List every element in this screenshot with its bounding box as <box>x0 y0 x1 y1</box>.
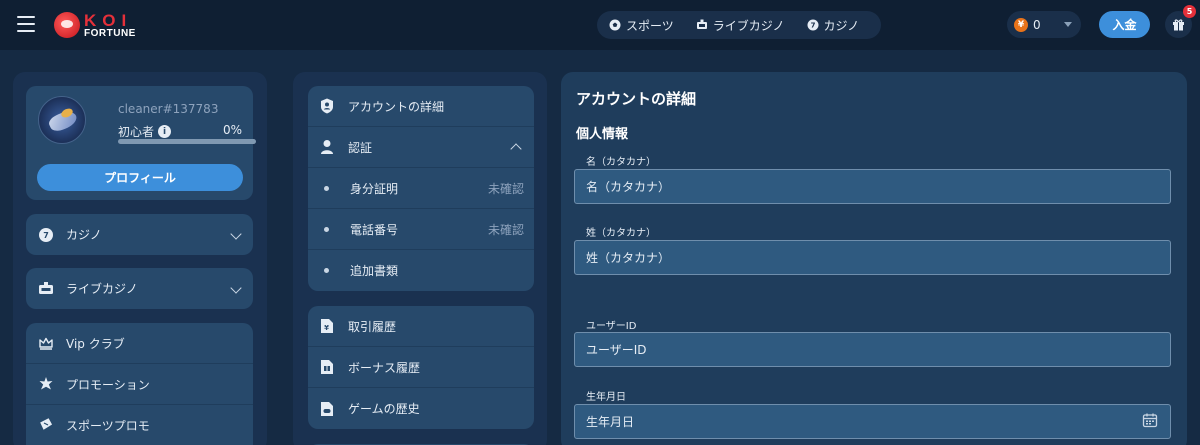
bullet-icon <box>324 185 329 191</box>
rank-progress-bar <box>118 139 256 144</box>
first-name-label: 名（カタカナ） <box>586 157 656 168</box>
document-gift-icon <box>321 360 333 374</box>
page-title: アカウントの詳細 <box>576 90 697 108</box>
chevron-down-icon <box>230 282 242 294</box>
live-dealer-icon <box>39 281 53 294</box>
live-dealer-icon <box>696 19 707 29</box>
dob-field-wrapper <box>574 404 1171 439</box>
menu-item-label: 追加書類 <box>350 264 399 278</box>
star-burst-icon <box>39 377 53 390</box>
menu-item-label: 電話番号 <box>350 222 399 237</box>
menu-item-account-details[interactable]: アカウントの詳細 <box>308 86 534 127</box>
chevron-down-icon <box>230 228 242 240</box>
balance-amount: 0 <box>1033 17 1041 32</box>
nav-sports[interactable]: スポーツ <box>609 17 674 34</box>
bullet-icon <box>324 268 329 273</box>
history-menu-card: ¥ 取引履歴 ボーナス履歴 ゲームの歴史 <box>308 306 534 429</box>
username: cleaner#137783 <box>118 102 219 116</box>
sidebar-item-label: カジノ <box>66 228 102 242</box>
ticket-icon <box>40 418 53 430</box>
caret-down-icon <box>1064 22 1072 27</box>
calendar-icon[interactable] <box>1142 412 1158 428</box>
casino-chip-icon: 7 <box>39 227 53 242</box>
nav-sports-label: スポーツ <box>626 18 674 33</box>
menu-item-additional-docs[interactable]: 追加書類 <box>308 250 534 291</box>
menu-item-phone[interactable]: 電話番号 未確認 <box>308 209 534 250</box>
sidebar-item-promotions[interactable]: プロモーション <box>26 364 253 405</box>
account-menu-card: アカウントの詳細 認証 身分証明 未確認 電話番号 未確認 追加書類 <box>308 86 534 291</box>
document-yen-icon: ¥ <box>321 319 333 333</box>
menu-item-verification[interactable]: 認証 <box>308 127 534 168</box>
top-nav: スポーツ ライブカジノ 7 カジノ <box>597 11 881 39</box>
balance-selector[interactable]: ¥ 0 <box>1007 11 1081 38</box>
info-icon[interactable]: i <box>158 125 172 138</box>
top-header: KOI FORTUNE スポーツ ライブカジノ 7 カジノ ¥ 0 入金 5 <box>0 0 1200 50</box>
sidebar-item-label: ライブカジノ <box>66 282 138 296</box>
rank-text: 初心者 <box>118 125 155 139</box>
menu-item-identity[interactable]: 身分証明 未確認 <box>308 168 534 209</box>
avatar[interactable] <box>38 96 86 144</box>
account-details-panel: アカウントの詳細 個人情報 名（カタカナ） 姓（カタカナ） ユーザーID 生年月… <box>561 72 1187 445</box>
menu-item-transactions[interactable]: ¥ 取引履歴 <box>308 306 534 347</box>
verification-status: 未確認 <box>487 181 524 196</box>
user-verify-icon <box>321 140 333 154</box>
dob-field[interactable] <box>574 404 1171 439</box>
logo-fortune-text: FORTUNE <box>84 27 136 39</box>
rank-progress-percent: 0% <box>222 123 242 137</box>
menu-item-label: ボーナス履歴 <box>348 360 421 375</box>
left-sidebar: cleaner#137783 初心者 i 0% プロフィール 7 カジノ ライブ… <box>13 72 267 445</box>
gift-button[interactable]: 5 <box>1165 5 1196 38</box>
svg-text:¥: ¥ <box>324 324 329 332</box>
user-id-field[interactable] <box>574 332 1171 367</box>
menu-item-label: アカウントの詳細 <box>348 99 445 114</box>
soccer-ball-icon <box>609 19 621 31</box>
section-title: 個人情報 <box>576 127 629 142</box>
bullet-icon <box>324 226 329 232</box>
menu-item-bonus-history[interactable]: ボーナス履歴 <box>308 347 534 388</box>
chevron-up-icon[interactable] <box>510 143 522 155</box>
nav-live-casino[interactable]: ライブカジノ <box>696 17 785 34</box>
rank-label: 初心者 i <box>118 123 172 140</box>
menu-item-label: 身分証明 <box>350 181 399 196</box>
svg-text:7: 7 <box>43 231 49 240</box>
nav-casino-label: カジノ <box>823 18 860 33</box>
menu-item-label: 認証 <box>348 140 373 155</box>
sidebar-item-label: スポーツプロモ <box>66 418 150 433</box>
crown-icon <box>39 337 53 350</box>
sidebar-item-label: プロモーション <box>66 377 150 392</box>
yen-coin-icon: ¥ <box>1014 17 1028 32</box>
dob-label: 生年月日 <box>586 392 626 403</box>
first-name-field[interactable] <box>574 169 1171 204</box>
sidebar-item-sports-promo[interactable]: スポーツプロモ <box>26 405 253 445</box>
hamburger-menu-icon[interactable] <box>17 16 35 32</box>
profile-card: cleaner#137783 初心者 i 0% プロフィール <box>26 86 256 200</box>
gift-icon <box>1173 19 1184 31</box>
nav-live-casino-label: ライブカジノ <box>712 18 785 33</box>
account-shield-icon <box>321 98 333 114</box>
nav-casino[interactable]: 7 カジノ <box>807 17 860 34</box>
last-name-field[interactable] <box>574 240 1171 275</box>
user-id-label: ユーザーID <box>586 321 637 332</box>
verification-status: 未確認 <box>487 222 524 237</box>
menu-item-label: ゲームの歴史 <box>348 402 420 416</box>
sidebar-item-casino[interactable]: 7 カジノ <box>26 214 253 255</box>
sidebar-item-live-casino[interactable]: ライブカジノ <box>26 268 253 309</box>
account-menu: アカウントの詳細 認証 身分証明 未確認 電話番号 未確認 追加書類 ¥ 取引履… <box>293 72 547 445</box>
profile-button[interactable]: プロフィール <box>37 164 243 191</box>
menu-item-game-history[interactable]: ゲームの歴史 <box>308 388 534 429</box>
document-gamepad-icon <box>321 401 333 416</box>
casino-chip-icon: 7 <box>807 19 819 31</box>
deposit-button[interactable]: 入金 <box>1099 11 1150 38</box>
logo-koi-text: KOI <box>84 10 133 30</box>
sidebar-item-label: Vip クラブ <box>66 336 125 351</box>
site-logo[interactable]: KOI FORTUNE <box>54 10 136 40</box>
gift-count-badge: 5 <box>1183 5 1196 18</box>
menu-item-label: 取引履歴 <box>348 319 397 334</box>
koi-fish-logo-icon <box>54 12 80 38</box>
last-name-label: 姓（カタカナ） <box>586 228 656 239</box>
svg-text:7: 7 <box>810 22 815 30</box>
sidebar-menu-card: Vip クラブ プロモーション スポーツプロモ <box>26 323 253 445</box>
sidebar-item-vip-club[interactable]: Vip クラブ <box>26 323 253 364</box>
